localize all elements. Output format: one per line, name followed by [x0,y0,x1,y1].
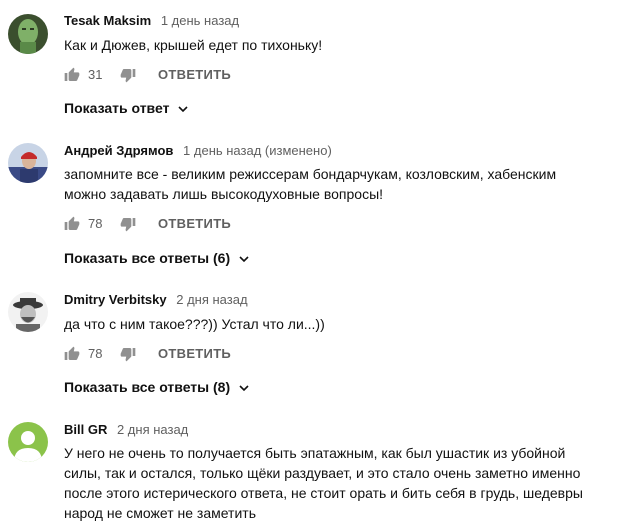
reply-button[interactable]: ОТВЕТИТЬ [158,346,231,362]
comment-text: запомните все - великим режиссерам бонда… [64,166,557,202]
comment-time[interactable]: 2 дня назад [117,422,188,437]
show-replies-label: Показать все ответы (8) [64,379,231,395]
like-count: 78 [88,346,103,361]
like-count: 78 [88,216,103,231]
avatar[interactable] [8,143,48,183]
show-replies-label: Показать все ответы (6) [64,250,231,266]
chevron-down-icon [239,256,249,263]
avatar[interactable] [8,292,48,332]
thumbs-down-icon[interactable] [120,216,136,232]
thumbs-up-icon[interactable] [64,67,80,83]
reply-button[interactable]: ОТВЕТИТЬ [158,216,231,232]
reply-button[interactable]: ОТВЕТИТЬ [158,67,231,83]
show-replies-button[interactable]: Показать все ответы (6) [64,248,250,268]
comment-time[interactable]: 1 день назад (изменено) [183,143,332,158]
like-count: 31 [88,67,103,82]
chevron-down-icon [239,385,249,392]
comment-time[interactable]: 2 дня назад [176,292,247,307]
thumbs-up-icon[interactable] [64,346,80,362]
show-replies-label: Показать ответ [64,100,170,116]
show-replies-button[interactable]: Показать ответ [64,98,189,118]
comment-author[interactable]: Bill GR [64,422,107,437]
comment-text: да что с ним такое???)) Устал что ли...)… [64,316,325,332]
thumbs-down-icon[interactable] [120,67,136,83]
avatar[interactable] [8,14,48,54]
thumbs-down-icon[interactable] [120,346,136,362]
comment-author[interactable]: Андрей Здрямов [64,143,173,158]
comment-text: У него не очень то получается быть эпата… [64,445,583,521]
comment-author[interactable]: Dmitry Verbitsky [64,292,167,307]
chevron-down-icon [178,106,188,113]
thumbs-up-icon[interactable] [64,216,80,232]
comment-text: Как и Дюжев, крышей едет по тихоньку! [64,37,323,53]
comment-author[interactable]: Tesak Maksim [64,13,151,28]
show-replies-button[interactable]: Показать все ответы (8) [64,377,250,397]
avatar[interactable] [8,422,48,462]
comment-time[interactable]: 1 день назад [161,13,239,28]
